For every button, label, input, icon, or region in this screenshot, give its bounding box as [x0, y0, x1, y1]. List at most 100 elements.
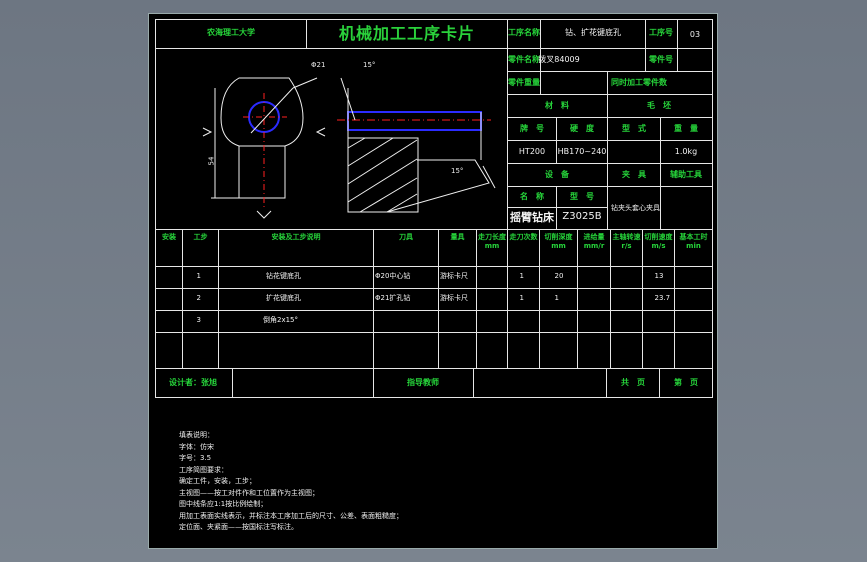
equipment-header: 设 备: [545, 170, 569, 179]
step-cell: [438, 310, 477, 333]
step-header-label: 切削速度m/s: [644, 233, 673, 250]
process-name-value: 钻、扩花键底孔: [565, 28, 621, 37]
school-name: 农海理工大学: [207, 28, 255, 37]
step-speed_mps: 13: [654, 272, 664, 280]
step-cell: [674, 310, 713, 333]
note-line: 确定工件，安装，工步；: [179, 477, 256, 485]
step-header-label: 主轴转速r/s: [612, 233, 641, 250]
grade-value: HT200: [518, 147, 546, 156]
step-cell: [507, 332, 540, 369]
step-cell: [577, 266, 611, 289]
step-cell: [610, 288, 643, 311]
step-header-label: 切削深度mm: [544, 233, 573, 250]
step-step: 3: [196, 316, 201, 324]
step-cell: [642, 310, 675, 333]
footer-advisor-value-cell: [473, 368, 607, 398]
angle-top-label: 15°: [363, 61, 376, 69]
step-header-label: 安装及工步说明: [271, 233, 321, 241]
step-depth: 1: [554, 294, 559, 302]
step-speed_mps: 23.7: [654, 294, 671, 302]
step-cell: [182, 332, 219, 369]
step-header-label: 走刀长度mm: [478, 233, 506, 250]
type-label: 型 式: [622, 124, 646, 133]
step-cell: [539, 332, 578, 369]
step-tool: Φ21扩孔钻: [375, 294, 411, 302]
step-header-label: 工步: [193, 233, 208, 241]
step-cell: [438, 332, 477, 369]
step-desc: 倒角2x15°: [263, 316, 299, 324]
step-cell: [674, 332, 713, 369]
step-desc: 扩花键底孔: [266, 294, 301, 302]
step-cell: [476, 266, 508, 289]
fixture-value: 钻夹头套心夹具: [611, 204, 660, 212]
step-header-label: 进给量mm/r: [583, 233, 605, 250]
hardness-value: HB170~240: [557, 147, 607, 156]
step-header-label: 刀具: [399, 233, 413, 241]
card-title: 机械加工工序卡片: [338, 24, 476, 43]
aux-tool-value-cell: [660, 186, 713, 230]
note-line: 工序简图要求：: [179, 465, 228, 474]
weight-label: 重 量: [674, 124, 698, 133]
step-cell: [218, 332, 374, 369]
process-sketch: [202, 77, 496, 219]
part-no-label: 零件号: [649, 55, 673, 64]
step-depth: 20: [554, 272, 564, 280]
step-tool: Φ20中心钻: [375, 272, 411, 280]
weight-value: 1.0kg: [674, 147, 698, 156]
step-cell: [155, 266, 183, 289]
part-name-label: 零件名称: [508, 55, 540, 64]
note-line: 图中线条应1:1按比例绘制；: [179, 500, 268, 508]
note-line: 定位面、夹紧面——按国标注写标注。: [179, 523, 298, 531]
step-cell: [476, 310, 508, 333]
aux-tool-header: 辅助工具: [670, 170, 702, 179]
step-cell: [674, 288, 713, 311]
step-cell: [674, 266, 713, 289]
step-cell: [155, 310, 183, 333]
same-time-label: 同时加工零件数: [611, 78, 667, 87]
step-cell: [642, 332, 675, 369]
part-no-value-cell: [677, 48, 713, 72]
step-cell: [507, 310, 540, 333]
step-cell: [577, 310, 611, 333]
step-cell: [610, 332, 643, 369]
part-name-value: 拨叉84009: [538, 55, 580, 64]
step-header-label: 安装: [162, 233, 176, 241]
section-view: [337, 77, 496, 213]
note-line: 用加工表面实线表示，并标注本工序加工后的尺寸、公差、表面粗糙度；: [179, 511, 403, 520]
note-line: 字号：3.5: [179, 454, 212, 462]
step-cell: [539, 310, 578, 333]
step-cell: [373, 310, 439, 333]
part-weight-label: 零件重量: [508, 78, 540, 87]
note-line: 主视图——按工对件作和工位置作为主视图；: [179, 488, 319, 497]
hardness-label: 硬 度: [570, 124, 594, 133]
process-name-label: 工序名称: [508, 28, 540, 37]
step-gauge: 游标卡尺: [440, 272, 468, 280]
step-cell: [577, 288, 611, 311]
step-cell: [476, 288, 508, 311]
advisor-label: 指导教师: [407, 378, 439, 387]
machine-model-label: 型 号: [570, 192, 594, 201]
grade-label: 牌 号: [520, 124, 544, 133]
process-no-label: 工序号: [649, 28, 673, 37]
step-header-label: 走刀次数: [509, 233, 538, 241]
designer-label: 设计者：张旭: [169, 378, 217, 387]
height-dimension: 54: [207, 156, 216, 166]
front-view: [220, 77, 304, 199]
step-step: 1: [196, 272, 201, 280]
step-cell: [577, 332, 611, 369]
step-cell: [373, 332, 439, 369]
machine-model-value: Z3025B: [562, 211, 602, 222]
machine-name-label: 名 称: [520, 192, 544, 201]
step-gauge: 游标卡尺: [440, 294, 468, 302]
step-cell: [155, 288, 183, 311]
process-card-sheet: 农海理工大学 机械加工工序卡片 工序名称 钻、扩花键底孔 工序号 03 Φ21 …: [148, 13, 718, 549]
step-cell: [610, 266, 643, 289]
part-weight-value-cell: [540, 71, 608, 95]
step-cell: [155, 332, 183, 369]
step-step: 2: [196, 294, 201, 302]
note-line: 字体：仿宋: [179, 442, 214, 451]
step-passes: 1: [519, 294, 524, 302]
fixture-header: 夹 具: [622, 170, 646, 179]
step-header-label: 量具: [450, 233, 465, 241]
footer-blank-cell: [232, 368, 374, 398]
